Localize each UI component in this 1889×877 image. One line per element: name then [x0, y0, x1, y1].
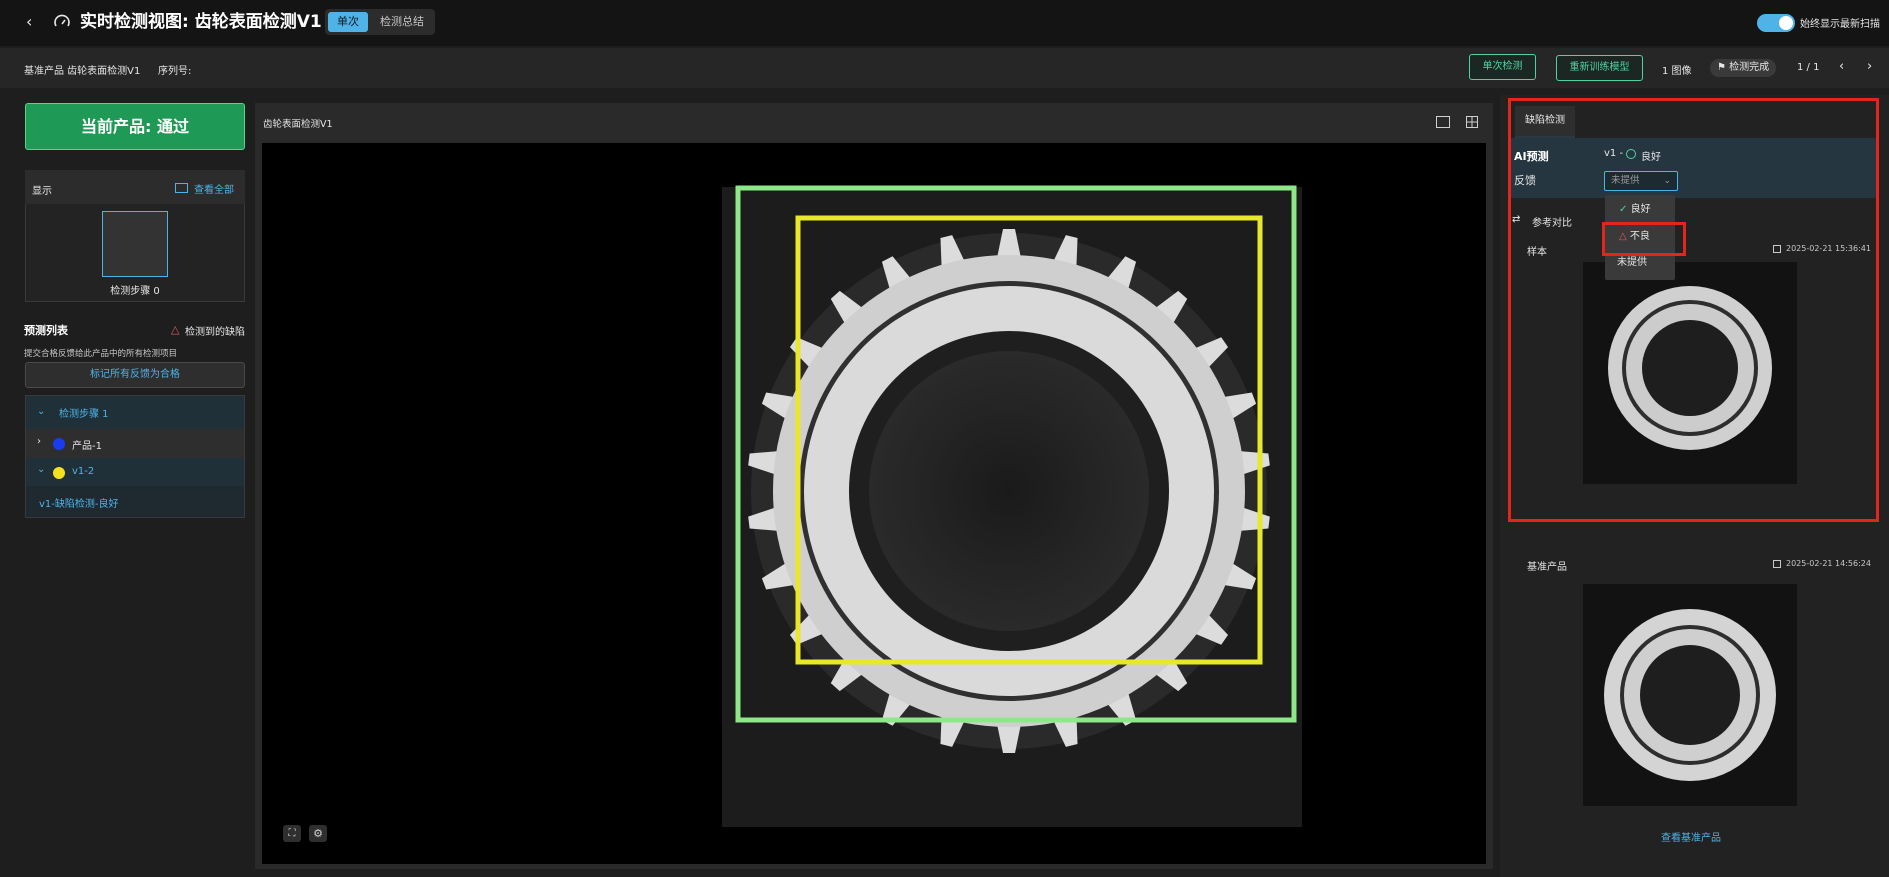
- base-product-label: 基准产品 齿轮表面检测V1: [24, 66, 141, 77]
- step-thumbnail-label: 检测步骤 0: [110, 286, 160, 297]
- tab-summary[interactable]: 检测总结: [371, 12, 433, 32]
- next-page-icon[interactable]: ›: [1867, 59, 1872, 74]
- warning-icon: △: [171, 323, 180, 336]
- detected-defect-label: 检测到的缺陷: [185, 327, 245, 338]
- serial-number-label: 序列号:: [158, 66, 192, 77]
- inspection-canvas[interactable]: [262, 143, 1486, 864]
- viewer-title: 齿轮表面检测V1: [263, 119, 333, 130]
- view-all-link[interactable]: 查看全部: [194, 181, 234, 196]
- tree-v1-2-label: v1-2: [72, 466, 95, 477]
- calendar-icon: [1773, 560, 1781, 568]
- view-all-icon[interactable]: [175, 183, 188, 193]
- base-product-title: 基准产品: [1527, 562, 1567, 573]
- toggle-knob: [1779, 16, 1793, 30]
- current-product-result[interactable]: 当前产品: 通过: [25, 103, 245, 150]
- prediction-tree: ⌄ 检测步骤 1 › 产品-1 ⌄ v1-2 v1-缺陷检测-良好: [25, 395, 245, 518]
- view-base-product-link[interactable]: 查看基准产品: [1661, 829, 1721, 844]
- auto-show-latest-label: 始终显示最新扫描: [1800, 19, 1880, 30]
- gauge-icon: [52, 12, 72, 32]
- mode-segment: 单次 检测总结: [325, 9, 435, 35]
- tree-product-label: 产品-1: [72, 441, 102, 452]
- blue-dot-icon: [53, 438, 65, 450]
- chevron-down-icon[interactable]: ⌄: [37, 406, 45, 417]
- single-detect-button[interactable]: 单次检测: [1469, 54, 1536, 80]
- yellow-dot-icon: [53, 467, 65, 479]
- chevron-right-icon[interactable]: ›: [37, 436, 41, 447]
- retrain-model-button[interactable]: 重新训练模型: [1556, 55, 1643, 81]
- page-title: 实时检测视图: 齿轮表面检测V1: [80, 12, 322, 32]
- base-product-image[interactable]: [1583, 584, 1797, 806]
- prediction-hint: 提交合格反馈给此产品中的所有检测项目: [24, 349, 178, 359]
- base-gear-image: [1604, 609, 1776, 781]
- step-thumbnail[interactable]: [102, 211, 168, 277]
- settings-gear-icon[interactable]: ⚙: [309, 825, 327, 842]
- tree-defect-label: v1-缺陷检测-良好: [39, 499, 119, 510]
- pagination-indicator: 1 / 1: [1797, 62, 1820, 73]
- tree-row-v1-2[interactable]: ⌄ v1-2: [26, 458, 244, 486]
- display-label: 显示: [32, 186, 52, 197]
- tree-row-defect[interactable]: v1-缺陷检测-良好: [26, 486, 244, 517]
- mark-all-pass-button[interactable]: 标记所有反馈为合格: [25, 362, 245, 388]
- tree-row-product[interactable]: › 产品-1: [26, 429, 244, 458]
- tree-step-label: 检测步骤 1: [59, 409, 109, 420]
- status-badge-label: 检测完成: [1729, 62, 1770, 73]
- image-count: 1 图像: [1662, 66, 1692, 77]
- single-layout-icon[interactable]: [1436, 116, 1450, 128]
- prev-page-icon[interactable]: ‹: [1839, 59, 1844, 74]
- base-timestamp: 2025-02-21 14:56:24: [1786, 559, 1871, 568]
- fit-screen-icon[interactable]: ⛶: [283, 825, 301, 842]
- auto-show-latest-toggle[interactable]: [1757, 14, 1795, 32]
- tree-row-step[interactable]: ⌄ 检测步骤 1: [26, 396, 244, 429]
- flag-icon: ⚑: [1717, 62, 1726, 73]
- grid-layout-icon[interactable]: [1466, 116, 1478, 128]
- back-arrow-icon[interactable]: ‹: [26, 12, 42, 32]
- gear-image: [722, 185, 1302, 827]
- status-badge: ⚑ 检测完成: [1710, 59, 1776, 77]
- highlight-selection: [1602, 222, 1686, 256]
- tab-single[interactable]: 单次: [328, 12, 368, 32]
- chevron-down-icon[interactable]: ⌄: [37, 464, 45, 475]
- prediction-list-title: 预测列表: [24, 324, 68, 337]
- highlight-frame: [1508, 98, 1879, 522]
